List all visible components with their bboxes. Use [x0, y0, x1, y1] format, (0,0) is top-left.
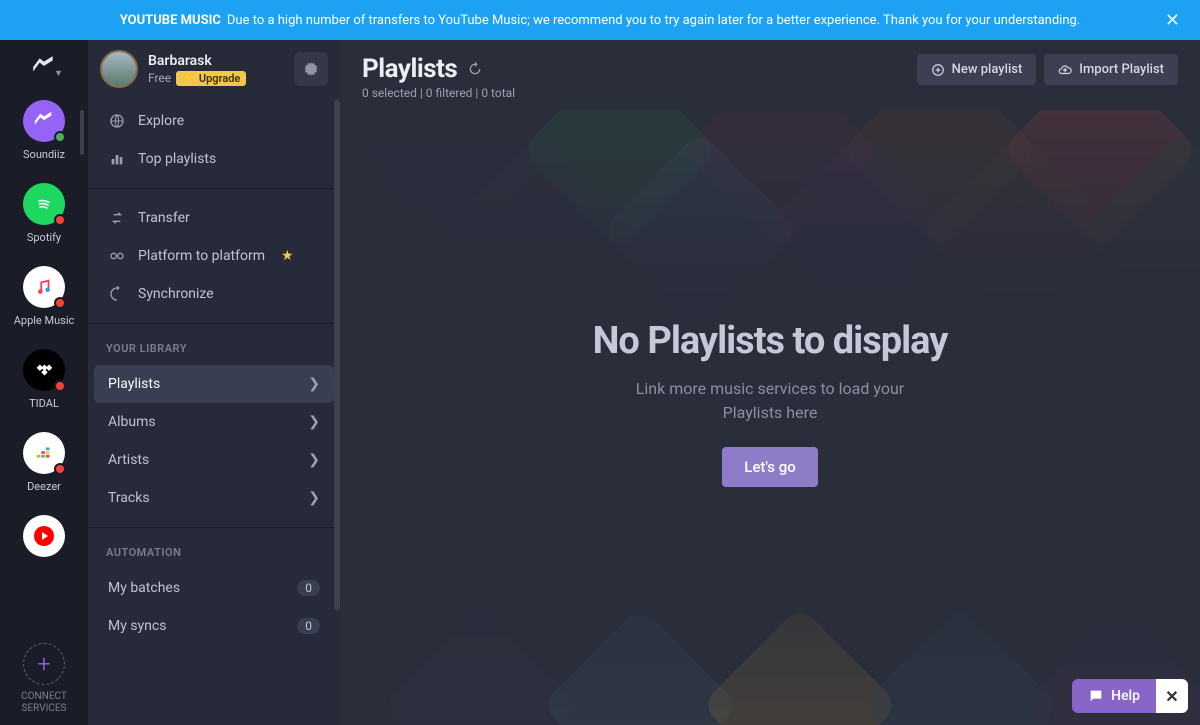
service-tidal[interactable]: TIDAL [23, 349, 65, 410]
rail-scrollbar[interactable] [80, 110, 84, 155]
nav-transfer[interactable]: Transfer [94, 199, 334, 237]
settings-button[interactable] [294, 52, 328, 86]
sidebar: Barbarask Free ⚡Upgrade Explore Top play… [88, 40, 340, 725]
new-playlist-button[interactable]: New playlist [917, 54, 1037, 85]
transfer-icon [108, 210, 126, 226]
nav-playlists[interactable]: Playlists ❯ [94, 365, 334, 403]
plus-circle-icon [931, 63, 945, 77]
service-deezer[interactable]: Deezer [23, 432, 65, 493]
help-close-button[interactable]: ✕ [1156, 679, 1188, 713]
globe-icon [108, 113, 126, 129]
chart-icon [108, 151, 126, 167]
chevron-right-icon: ❯ [308, 414, 320, 430]
empty-title: No Playlists to display [593, 319, 948, 363]
nav-explore[interactable]: Explore [94, 102, 334, 140]
banner-title: YOUTUBE MUSIC [120, 13, 221, 28]
automation-header: AUTOMATION [88, 534, 340, 565]
user-row: Barbarask Free ⚡Upgrade [88, 40, 340, 98]
batches-count: 0 [297, 580, 320, 596]
empty-state: No Playlists to display Link more music … [340, 110, 1200, 725]
chevron-right-icon: ❯ [308, 490, 320, 506]
syncs-count: 0 [297, 618, 320, 634]
connect-services-label: CONNECT SERVICES [0, 691, 88, 715]
chevron-right-icon: ❯ [308, 376, 320, 392]
nav-artists[interactable]: Artists ❯ [94, 441, 334, 479]
star-icon: ★ [281, 248, 294, 264]
chat-icon [1088, 688, 1104, 704]
nav-my-batches[interactable]: My batches 0 [94, 569, 334, 607]
main-content: Playlists 0 selected | 0 filtered | 0 to… [340, 40, 1200, 725]
import-playlist-button[interactable]: Import Playlist [1044, 54, 1178, 85]
plan-label: Free [148, 71, 171, 85]
selection-status: 0 selected | 0 filtered | 0 total [362, 86, 515, 100]
nav-platform-to-platform[interactable]: Platform to platform ★ [94, 237, 334, 275]
sync-icon [108, 286, 126, 302]
main-header: Playlists 0 selected | 0 filtered | 0 to… [340, 40, 1200, 110]
library-header: YOUR LIBRARY [88, 330, 340, 361]
upgrade-button[interactable]: ⚡Upgrade [176, 71, 246, 86]
empty-subtitle: Link more music services to load yourPla… [593, 377, 948, 425]
service-spotify[interactable]: Spotify [23, 183, 65, 244]
dropdown-caret-icon[interactable]: ▼ [54, 68, 63, 79]
service-rail: ▼ Soundiiz Spotify Apple Music TIDAL Dee… [0, 40, 88, 725]
lets-go-button[interactable]: Let's go [722, 447, 818, 487]
service-apple-music[interactable]: Apple Music [14, 266, 75, 327]
service-more[interactable] [23, 515, 65, 557]
nav-synchronize[interactable]: Synchronize [94, 275, 334, 313]
connect-services-button[interactable]: + [23, 643, 65, 685]
refresh-icon[interactable] [467, 61, 483, 77]
help-widget: Help ✕ [1072, 679, 1188, 713]
user-name: Barbarask [148, 53, 294, 69]
close-icon[interactable]: ✕ [1165, 10, 1180, 31]
nav-albums[interactable]: Albums ❯ [94, 403, 334, 441]
page-title: Playlists [362, 54, 457, 84]
cloud-upload-icon [1058, 63, 1072, 77]
gear-icon [302, 60, 320, 78]
avatar[interactable] [100, 50, 138, 88]
chevron-right-icon: ❯ [308, 452, 320, 468]
platforms-icon [108, 248, 126, 264]
nav-my-syncs[interactable]: My syncs 0 [94, 607, 334, 645]
nav-top-playlists[interactable]: Top playlists [94, 140, 334, 178]
service-soundiiz[interactable]: Soundiiz [23, 100, 65, 161]
help-button[interactable]: Help [1072, 679, 1156, 713]
banner-text: Due to a high number of transfers to You… [227, 13, 1080, 28]
nav-tracks[interactable]: Tracks ❯ [94, 479, 334, 517]
notification-banner: YOUTUBE MUSIC Due to a high number of tr… [0, 0, 1200, 40]
